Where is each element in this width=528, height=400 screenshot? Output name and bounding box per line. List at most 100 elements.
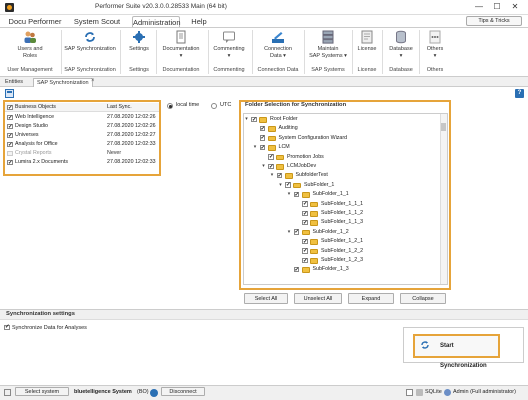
tree-node[interactable]: ▾ LCM: [253, 143, 423, 152]
expand-toggle-icon[interactable]: ▾: [244, 117, 249, 122]
system-checkbox[interactable]: [7, 123, 13, 130]
tree-node[interactable]: ▾ SubfolderTest: [270, 171, 440, 180]
close-button[interactable]: ✕: [507, 1, 523, 13]
others-button[interactable]: Others ▾: [422, 30, 448, 59]
tree-scroll-thumb[interactable]: [441, 123, 446, 131]
expand-toggle-icon[interactable]: [295, 258, 300, 263]
folder-checkbox[interactable]: [293, 228, 299, 237]
expand-toggle-icon[interactable]: ▾: [253, 145, 258, 150]
list-item[interactable]: Web Intelligence 27.08.2020 12:02:26: [5, 113, 159, 122]
sync-analyses-checkbox[interactable]: [4, 324, 10, 330]
expand-toggle-icon[interactable]: [287, 267, 292, 272]
database-button[interactable]: Database ▾: [386, 30, 416, 59]
tree-node[interactable]: SubFolder_1_3: [287, 265, 457, 274]
tab-entities[interactable]: Entities: [2, 78, 26, 87]
list-item[interactable]: Lumira 2.x Documents 27.08.2020 12:02:33: [5, 158, 159, 167]
expand-toggle-icon[interactable]: ▾: [270, 173, 275, 178]
expand-button[interactable]: Expand: [348, 293, 394, 304]
folder-checkbox[interactable]: [268, 163, 274, 171]
ribbon-label: Users and: [17, 46, 43, 52]
tree-node[interactable]: ▾ SubFolder_1: [278, 181, 448, 190]
collapse-button[interactable]: Collapse: [400, 293, 446, 304]
folder-checkbox[interactable]: [259, 134, 265, 143]
folder-label: Root Folder: [270, 116, 298, 122]
system-last-sync: 27.08.2020 12:02:33: [107, 159, 156, 165]
tree-node[interactable]: System Configuration Wizard: [253, 134, 423, 143]
utc-radio[interactable]: [211, 103, 217, 109]
folder-checkbox[interactable]: [302, 210, 308, 218]
select-all-button[interactable]: Select All: [244, 293, 288, 304]
menu-docu-performer[interactable]: Docu Performer: [6, 16, 64, 27]
tree-scrollbar[interactable]: [440, 114, 447, 284]
list-item[interactable]: Design Studio 27.08.2020 12:02:26: [5, 122, 159, 131]
menu-administration[interactable]: Administration: [132, 16, 181, 27]
expand-toggle-icon[interactable]: [295, 202, 300, 207]
folder-checkbox[interactable]: [302, 257, 308, 265]
system-checkbox[interactable]: [7, 150, 13, 156]
expand-toggle-icon[interactable]: ▾: [287, 192, 292, 197]
documentation-button[interactable]: Documentation ▾: [158, 30, 204, 59]
sync-analyses-option[interactable]: Synchronize Data for Analyses: [4, 323, 154, 332]
minimize-button[interactable]: —: [471, 1, 487, 13]
expand-toggle-icon[interactable]: [295, 249, 300, 254]
users-and-roles-button[interactable]: Users and Roles: [13, 30, 47, 59]
select-all-checkbox[interactable]: [7, 104, 13, 111]
help-icon[interactable]: ?: [515, 89, 524, 98]
ribbon-label: Others: [426, 46, 444, 52]
close-tab-icon[interactable]: ×: [91, 78, 95, 84]
commenting-button[interactable]: Commenting ▾: [210, 30, 248, 59]
maximize-button[interactable]: ☐: [489, 1, 505, 13]
unselect-all-button[interactable]: Unselect All: [294, 293, 342, 304]
system-checkbox[interactable]: [7, 159, 13, 166]
menu-help[interactable]: Help: [188, 16, 210, 27]
settings-button[interactable]: Settings: [124, 30, 154, 53]
select-system-button[interactable]: Select system: [15, 387, 69, 396]
expand-toggle-icon[interactable]: [295, 239, 300, 244]
list-item[interactable]: Universes 27.08.2020 12:02:27: [5, 131, 159, 140]
ribbon-label: Data ▾: [270, 52, 286, 59]
menu-system-scout[interactable]: System Scout: [72, 16, 122, 27]
maintain-sap-systems-button[interactable]: Maintain SAP Systems ▾: [306, 30, 350, 59]
local-time-radio[interactable]: [167, 103, 173, 109]
system-checkbox[interactable]: [7, 114, 13, 121]
save-icon[interactable]: [5, 89, 14, 98]
expand-toggle-icon[interactable]: ▾: [287, 229, 292, 235]
system-checkbox[interactable]: [7, 132, 13, 139]
expand-toggle-icon[interactable]: ▾: [261, 164, 266, 169]
expand-toggle-icon[interactable]: [253, 136, 258, 141]
expand-toggle-icon[interactable]: [295, 211, 300, 216]
database-icon: [416, 389, 423, 396]
folder-checkbox[interactable]: [293, 191, 299, 199]
disconnect-button[interactable]: Disconnect: [161, 387, 205, 396]
license-button[interactable]: License: [354, 30, 380, 53]
list-item[interactable]: Analysis for Office 27.08.2020 12:02:33: [5, 140, 159, 149]
folder-checkbox[interactable]: [276, 172, 282, 180]
folder-checkbox[interactable]: [259, 125, 265, 133]
folder-checkbox[interactable]: [268, 153, 274, 161]
tree-node[interactable]: ▾ SubFolder_1_1: [287, 190, 457, 199]
connection-data-button[interactable]: Connection Data ▾: [256, 30, 300, 59]
folder-checkbox[interactable]: [293, 266, 299, 274]
folder-checkbox[interactable]: [285, 181, 291, 190]
tree-node[interactable]: Auditing: [253, 124, 423, 133]
expand-toggle-icon[interactable]: [295, 220, 300, 225]
tab-sap-synchronization[interactable]: SAP Synchronization: [33, 78, 93, 87]
folder-checkbox[interactable]: [251, 116, 257, 124]
folder-checkbox[interactable]: [302, 238, 308, 246]
tree-node[interactable]: ▾ SubFolder_1_2: [287, 228, 457, 237]
system-checkbox[interactable]: [7, 141, 13, 148]
tree-node[interactable]: Promotion Jobs: [261, 153, 431, 162]
tree-node[interactable]: ▾ LCMJobDev: [261, 162, 431, 171]
expand-toggle-icon[interactable]: [253, 126, 258, 131]
folder-checkbox[interactable]: [302, 200, 308, 208]
system-last-sync: 27.08.2020 12:02:26: [107, 123, 156, 129]
sap-synchronization-button[interactable]: SAP Synchronization: [62, 30, 118, 53]
folder-checkbox[interactable]: [302, 247, 308, 255]
expand-toggle-icon[interactable]: [261, 155, 266, 160]
tree-node[interactable]: ▾ Root Folder: [244, 115, 414, 124]
list-item[interactable]: Crystal Reports Never: [5, 149, 159, 158]
tips-and-tricks-button[interactable]: Tips & Tricks: [466, 16, 522, 26]
folder-checkbox[interactable]: [302, 219, 308, 227]
expand-toggle-icon[interactable]: ▾: [278, 182, 283, 188]
folder-checkbox[interactable]: [259, 144, 265, 152]
